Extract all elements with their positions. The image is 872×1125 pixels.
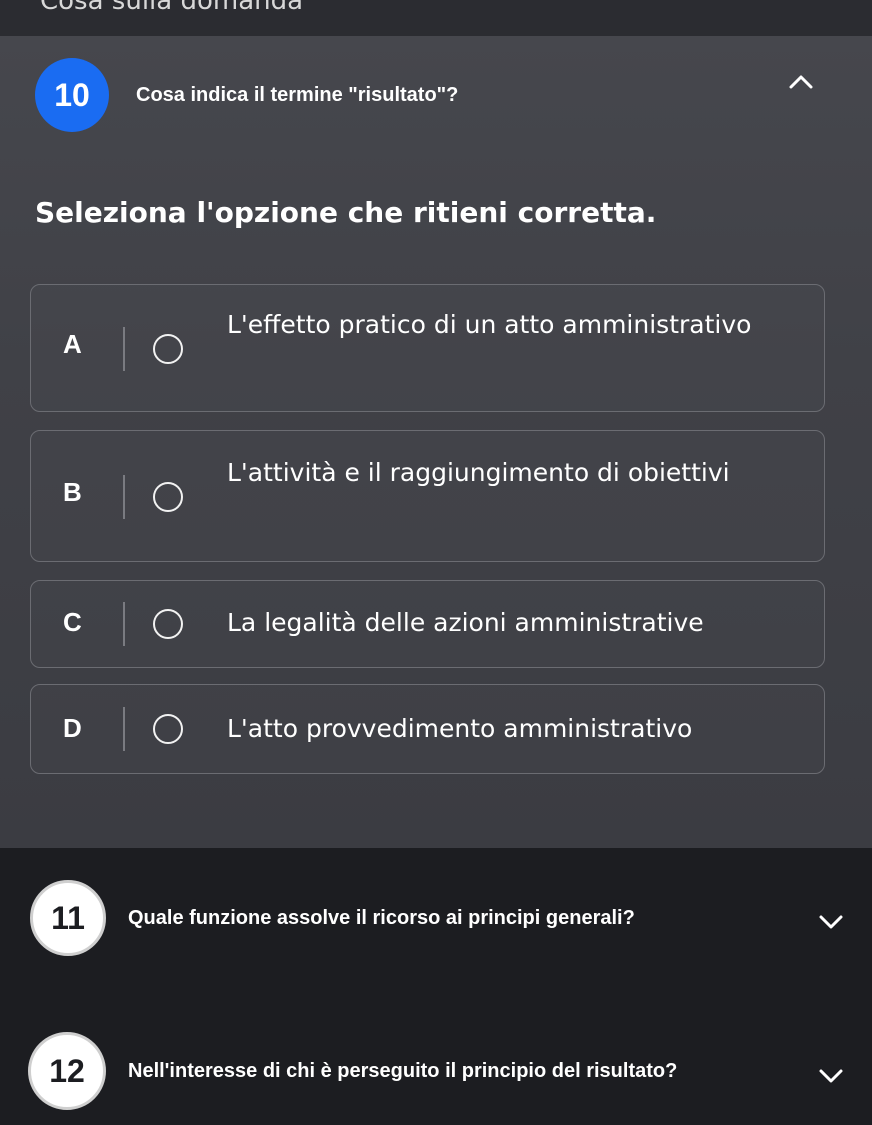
option-text: L'effetto pratico di un atto amministrat…	[227, 310, 752, 339]
option-divider	[123, 602, 125, 646]
option-letter: D	[63, 713, 82, 743]
option-letter: A	[63, 329, 82, 359]
option-text: L'atto provvedimento amministrativo	[227, 714, 693, 743]
option-d[interactable]: D L'atto provvedimento amministrativo	[30, 684, 825, 774]
top-strip: Cosa sulla domanda	[0, 0, 872, 36]
option-c[interactable]: C La legalità delle azioni amministrativ…	[30, 580, 825, 668]
question-title[interactable]: Cosa indica il termine "risultato"?	[136, 84, 458, 107]
option-a[interactable]: A L'effetto pratico di un atto amministr…	[30, 284, 825, 412]
quiz-page: Cosa sulla domanda 10 Cosa indica il ter…	[0, 0, 872, 1125]
option-divider	[123, 475, 125, 519]
question-number-badge: 12	[28, 1032, 106, 1110]
option-text: La legalità delle azioni amministrative	[227, 608, 704, 637]
option-divider	[123, 327, 125, 371]
question-10-panel: 10 Cosa indica il termine "risultato"? S…	[0, 36, 872, 848]
option-divider	[123, 707, 125, 751]
option-letter: C	[63, 607, 82, 637]
question-title[interactable]: Quale funzione assolve il ricorso ai pri…	[128, 907, 635, 930]
question-number-badge: 10	[35, 58, 109, 132]
chevron-down-icon[interactable]	[816, 912, 846, 932]
radio-button[interactable]	[153, 334, 183, 364]
chevron-up-icon[interactable]	[786, 72, 816, 92]
radio-button[interactable]	[153, 609, 183, 639]
radio-button[interactable]	[153, 714, 183, 744]
option-text: L'attività e il raggiungimento di obiett…	[227, 458, 730, 487]
question-number-badge: 11	[30, 880, 106, 956]
radio-button[interactable]	[153, 482, 183, 512]
option-b[interactable]: B L'attività e il raggiungimento di obie…	[30, 430, 825, 562]
instruction-text: Seleziona l'opzione che ritieni corretta…	[35, 196, 657, 229]
question-title[interactable]: Nell'interesse di chi è perseguito il pr…	[128, 1060, 677, 1083]
top-strip-text: Cosa sulla domanda	[40, 0, 304, 16]
chevron-down-icon[interactable]	[816, 1066, 846, 1086]
option-letter: B	[63, 477, 82, 507]
